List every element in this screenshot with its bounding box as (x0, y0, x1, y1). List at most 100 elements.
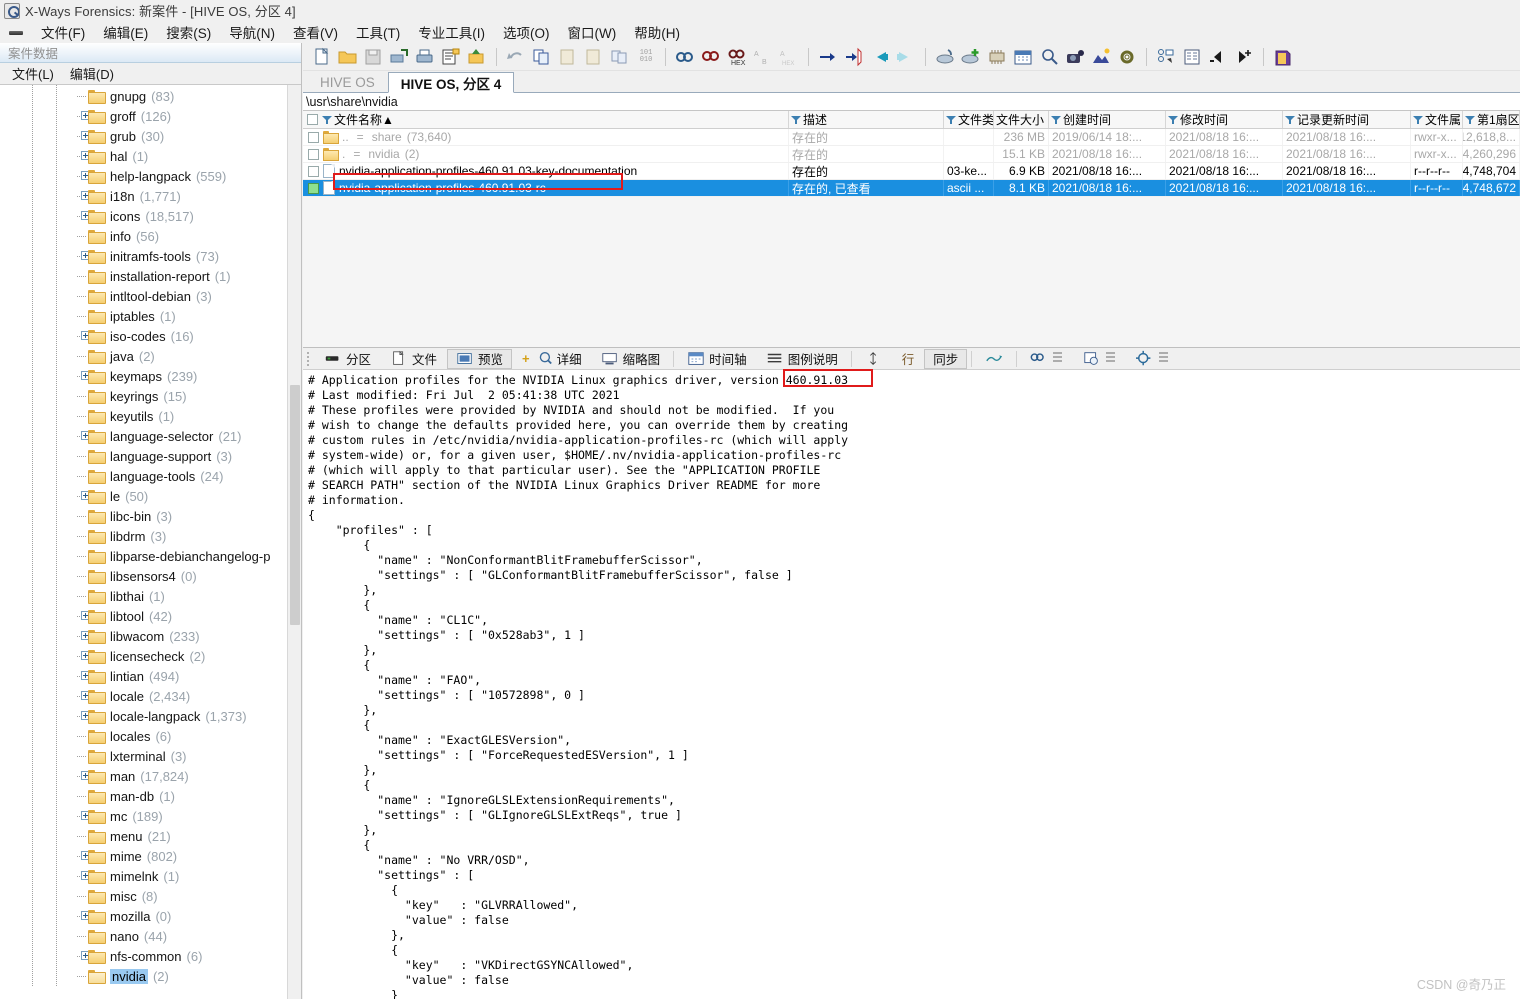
tree-item-man-db[interactable]: man-db (1) (0, 785, 301, 807)
table-row[interactable]: nvidia-application-profiles-460.91.03-ke… (303, 163, 1520, 180)
binary-icon[interactable]: 101 010 (634, 45, 658, 69)
mode-line[interactable]: 行 (893, 349, 924, 369)
file-list[interactable]: 文件名称▲ 描述 文件类 文件大小 创建时间 修改时间 记录更新时间 文件属 第1扇区 .. = s… (303, 111, 1520, 197)
clipboard-icon[interactable] (582, 45, 606, 69)
tree-item-installation-report[interactable]: installation-report (1) (0, 265, 301, 287)
filter-funnel-icon[interactable] (1465, 115, 1475, 124)
tree-item-mimelnk[interactable]: mimelnk (1) (0, 865, 301, 887)
file-list-body[interactable]: .. = share (73,640) 存在的 236 MB 2019/06/14 18:.… (303, 129, 1520, 197)
table-row[interactable]: .. = share (73,640) 存在的 236 MB 2019/06/14 18:.… (303, 129, 1520, 146)
tree-item-libwacom[interactable]: libwacom (233) (0, 625, 301, 647)
tree-item-keymaps[interactable]: keymaps (239) (0, 365, 301, 387)
tree-item-mozilla[interactable]: mozilla (0) (0, 905, 301, 927)
tree-item-language-selector[interactable]: language-selector (21) (0, 425, 301, 447)
case-menu-edit[interactable]: 编辑(D) (66, 62, 126, 85)
mode-find-list[interactable] (1021, 349, 1073, 369)
tree-scrollbar[interactable] (287, 85, 301, 999)
filter-icon[interactable] (1154, 45, 1178, 69)
mode-sync[interactable]: 同步 (924, 348, 968, 369)
filter-funnel-icon[interactable] (322, 115, 332, 124)
find-icon[interactable] (673, 45, 697, 69)
mode-target-list[interactable] (1127, 349, 1179, 369)
mode-thumbnail[interactable]: 缩略图 (592, 349, 670, 369)
tree-item-libdrm[interactable]: libdrm (3) (0, 525, 301, 547)
tab-hive-os[interactable]: HIVE OS (307, 71, 388, 92)
tree-item-locale-langpack[interactable]: locale-langpack (1,373) (0, 705, 301, 727)
prev-item-icon[interactable] (1206, 45, 1230, 69)
tree-item-menu[interactable]: menu (21) (0, 825, 301, 847)
system-menu-icon[interactable] (8, 25, 26, 39)
tree-item-nfs-common[interactable]: nfs-common (6) (0, 945, 301, 967)
mode-partition[interactable]: 分区 (315, 349, 380, 369)
list-icon[interactable] (1180, 45, 1204, 69)
mode-file[interactable]: 文件 (381, 349, 446, 369)
tree-item-intltool-debian[interactable]: intltool-debian (3) (0, 285, 301, 307)
tree-item-hal[interactable]: hal (1) (0, 145, 301, 167)
tree-item-iso-codes[interactable]: iso-codes (16) (0, 325, 301, 347)
mode-legend[interactable]: 图例说明 (757, 349, 847, 369)
tree-item-le[interactable]: le (50) (0, 485, 301, 507)
replace-hex-icon[interactable]: A HEX (777, 45, 801, 69)
gear-icon[interactable] (1115, 45, 1139, 69)
row-checkbox[interactable] (308, 165, 319, 177)
tree-item-info[interactable]: info (56) (0, 225, 301, 247)
forward-icon[interactable] (894, 45, 918, 69)
save-icon[interactable] (361, 45, 385, 69)
tree-item-iptables[interactable]: iptables (1) (0, 305, 301, 327)
camera-icon[interactable] (1063, 45, 1087, 69)
menu-tools[interactable]: 工具(T) (347, 20, 409, 44)
tree-item-libc-bin[interactable]: libc-bin (3) (0, 505, 301, 527)
tree-item-lxterminal[interactable]: lxterminal (3) (0, 745, 301, 767)
column-header-4[interactable]: 创建时间 (1049, 111, 1166, 128)
filter-funnel-icon[interactable] (791, 115, 801, 124)
menu-help[interactable]: 帮助(H) (625, 20, 689, 44)
mode-preview[interactable]: 预览 (447, 348, 513, 369)
copy-block-icon[interactable] (608, 45, 632, 69)
menu-view[interactable]: 查看(V) (284, 20, 347, 44)
goto-block-icon[interactable] (842, 45, 866, 69)
export-icon[interactable] (465, 45, 489, 69)
undo-icon[interactable] (504, 45, 528, 69)
tree-item-man[interactable]: man (17,824) (0, 765, 301, 787)
open-disk-icon[interactable] (933, 45, 957, 69)
tree-item-language-support[interactable]: language-support (3) (0, 445, 301, 467)
tree-item-help-langpack[interactable]: help-langpack (559) (0, 165, 301, 187)
copy-icon[interactable] (530, 45, 554, 69)
column-header-6[interactable]: 记录更新时间 (1283, 111, 1411, 128)
filter-funnel-icon[interactable] (946, 115, 956, 124)
file-list-header[interactable]: 文件名称▲ 描述 文件类 文件大小 创建时间 修改时间 记录更新时间 文件属 第1扇区 (303, 111, 1520, 129)
menu-specialist-tools[interactable]: 专业工具(I) (409, 20, 494, 44)
preview-text-content[interactable]: # Application profiles for the NVIDIA Li… (303, 371, 1520, 999)
next-item-icon[interactable] (1232, 45, 1256, 69)
menu-search[interactable]: 搜索(S) (157, 20, 220, 44)
filter-funnel-icon[interactable] (1285, 115, 1295, 124)
tree-item-grub[interactable]: grub (30) (0, 125, 301, 147)
mode-timeline[interactable]: 时间轴 (678, 349, 756, 369)
mode-time-list[interactable] (1074, 349, 1126, 369)
menu-edit[interactable]: 编辑(E) (94, 20, 157, 44)
menu-file[interactable]: 文件(F) (32, 20, 94, 44)
add-disk-icon[interactable] (959, 45, 983, 69)
tree-item-groff[interactable]: groff (126) (0, 105, 301, 127)
print-icon[interactable] (413, 45, 437, 69)
open-folder-icon[interactable] (335, 45, 359, 69)
find-hex2-icon[interactable]: HEX (725, 45, 749, 69)
tree-item-nvidia[interactable]: nvidia (2) (0, 965, 301, 987)
column-header-3[interactable]: 文件大小 (994, 111, 1049, 128)
manual-icon[interactable] (1271, 45, 1295, 69)
zoom-icon[interactable] (1037, 45, 1061, 69)
gallery-icon[interactable] (1089, 45, 1113, 69)
table-row[interactable]: nvidia-application-profiles-460.91.03-rc… (303, 180, 1520, 197)
tree-item-libthai[interactable]: libthai (1) (0, 585, 301, 607)
case-menu-file[interactable]: 文件(L) (8, 62, 66, 85)
column-header-5[interactable]: 修改时间 (1166, 111, 1283, 128)
column-header-2[interactable]: 文件类 (944, 111, 994, 128)
tree-item-keyrings[interactable]: keyrings (15) (0, 385, 301, 407)
tree-item-keyutils[interactable]: keyutils (1) (0, 405, 301, 427)
select-all-checkbox[interactable] (307, 114, 318, 125)
mode-details[interactable]: + 详细 (513, 349, 591, 369)
tree-item-libtool[interactable]: libtool (42) (0, 605, 301, 627)
paste-into-icon[interactable] (556, 45, 580, 69)
back-icon[interactable] (868, 45, 892, 69)
tree-scrollbar-thumb[interactable] (290, 385, 300, 625)
